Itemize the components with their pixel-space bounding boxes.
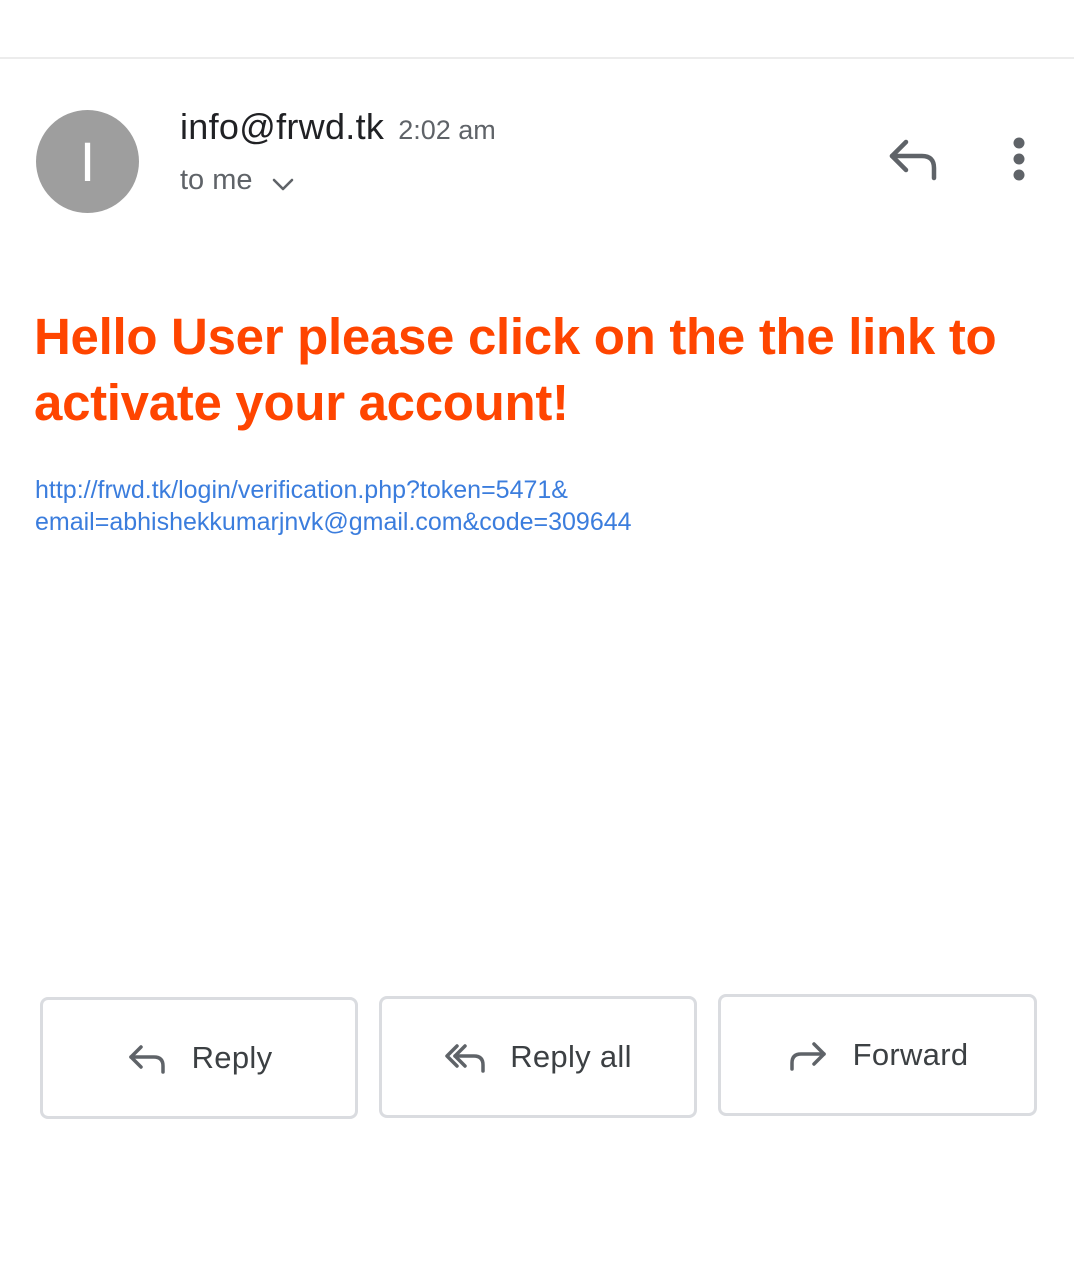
sender-name[interactable]: info@frwd.tk — [180, 106, 384, 148]
reply-label: Reply — [191, 1040, 273, 1075]
reply-icon[interactable] — [884, 134, 940, 184]
forward-label: Forward — [852, 1037, 969, 1072]
recipient-details-toggle[interactable]: to me — [180, 164, 295, 197]
forward-icon — [789, 1042, 826, 1071]
reply-all-button[interactable]: Reply all — [379, 996, 697, 1118]
verification-link[interactable]: http://frwd.tk/login/verification.php?to… — [35, 474, 795, 538]
recipient-label: to me — [180, 164, 253, 196]
chevron-down-icon — [272, 178, 293, 190]
verification-link-line1: http://frwd.tk/login/verification.php?to… — [35, 476, 568, 504]
message-headline: Hello User please click on the the link … — [34, 308, 997, 431]
more-vert-icon[interactable] — [998, 134, 1040, 186]
reply-icon — [128, 1045, 165, 1074]
email-view: I info@frwd.tk 2:02 am to me Hello User … — [0, 0, 1074, 1279]
top-divider — [0, 57, 1074, 59]
avatar[interactable]: I — [36, 110, 139, 213]
sender-row: info@frwd.tk 2:02 am — [180, 106, 496, 148]
reply-button[interactable]: Reply — [40, 997, 358, 1119]
verification-link-line2: email=abhishekkumarjnvk@gmail.com&code=3… — [35, 508, 632, 536]
forward-button[interactable]: Forward — [718, 994, 1037, 1116]
message-time: 2:02 am — [398, 115, 496, 145]
reply-all-icon — [445, 1044, 485, 1073]
reply-all-label: Reply all — [510, 1039, 632, 1074]
